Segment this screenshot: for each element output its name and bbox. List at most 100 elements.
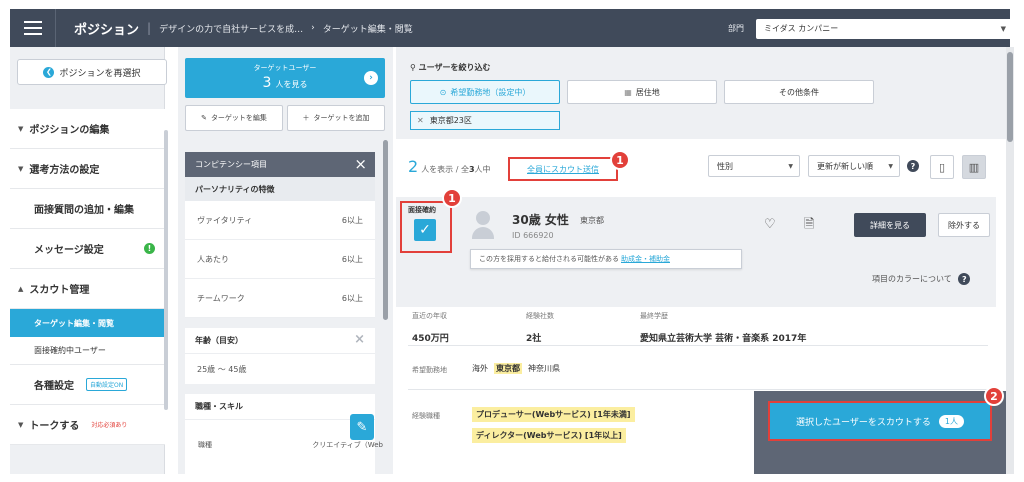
- chevron-down-icon: ▼: [888, 162, 893, 170]
- add-target-button[interactable]: ＋ターゲットを追加: [287, 105, 385, 131]
- dept-select[interactable]: ミイダス カンパニー ▼: [756, 19, 1012, 39]
- scout-selected-label: 選択したユーザーをスカウトする: [796, 417, 931, 428]
- close-icon[interactable]: ×: [354, 155, 367, 173]
- caret-down-icon: ▼: [18, 124, 24, 133]
- sidebar-item-talk[interactable]: ▼ トークする 対応必須あり: [10, 405, 165, 445]
- caret-down-icon: ▼: [18, 420, 24, 429]
- gender-select-value: 性別: [717, 161, 733, 171]
- edit-target-button[interactable]: ✎ ターゲットを編集: [185, 105, 283, 131]
- experience-tag: ディレクター(Webサービス) [1年以上]: [472, 428, 626, 443]
- scout-selected-button[interactable]: 選択したユーザーをスカウトする 1人: [768, 401, 992, 441]
- sidebar-menu: ▼ ポジションの編集 ▼ 選考方法の設定 面接質問の追加・編集 メッセージ設定! ▲…: [10, 109, 165, 445]
- list-view-icon[interactable]: ▯: [930, 155, 954, 179]
- wish-location: 海外: [472, 364, 488, 373]
- filter-wish-location-button[interactable]: ⊙ 希望勤務地（設定中）: [410, 80, 560, 104]
- filter-residence-button[interactable]: ▦ 居住地: [567, 80, 717, 104]
- subsidy-tooltip: この方を採用すると給付される可能性がある 助成金・補助金: [470, 249, 742, 269]
- sidebar-item-target-edit[interactable]: ターゲット編集・閲覧: [10, 309, 165, 337]
- income-value: 450万円: [412, 334, 449, 344]
- view-target-users-button[interactable]: ターゲットユーザー 3 人を見る ›: [185, 58, 385, 98]
- skill-header: 職種・スキル: [185, 394, 375, 420]
- competency-name: ヴァイタリティ: [197, 215, 253, 225]
- caret-up-icon: ▲: [18, 284, 24, 293]
- document-icon[interactable]: 🗎: [804, 215, 814, 237]
- filter-title: ⚲ ユーザーを絞り込む: [410, 62, 491, 73]
- companies-value: 2社: [526, 334, 542, 344]
- main-area: ⚲ ユーザーを絞り込む ⊙ 希望勤務地（設定中） ▦ 居住地 その他条件 ✕ 東京都2…: [396, 47, 1006, 474]
- menu-icon[interactable]: [10, 9, 56, 47]
- target-view-suffix: 人を見る: [275, 80, 308, 89]
- competency-level: 6以上: [341, 215, 363, 225]
- sidebar-item-label: トークする: [29, 421, 80, 432]
- filter-tag[interactable]: ✕ 東京都23区: [410, 111, 560, 130]
- education-label: 最終学歴: [640, 312, 668, 320]
- sort-select[interactable]: 更新が新しい順 ▼: [808, 155, 900, 177]
- competency-level: 6以上: [341, 293, 363, 303]
- candidate-name: 30歳 女性: [512, 213, 569, 227]
- income-label: 直近の年収: [412, 312, 447, 320]
- grid-view-icon[interactable]: ▥: [962, 155, 986, 179]
- scout-count-badge: 1人: [938, 414, 964, 428]
- close-icon[interactable]: ✕: [417, 116, 424, 125]
- age-title: 年齢（目安）: [195, 336, 243, 345]
- close-icon[interactable]: ×: [354, 332, 365, 347]
- exclude-button[interactable]: 除外する: [938, 213, 990, 237]
- top-bar: ポジション | デザインの力で自社サービスを成… › ターゲット編集・閲覧 部門…: [10, 9, 1012, 47]
- sidebar: ❮ ポジションを再選択 ▼ ポジションの編集 ▼ 選考方法の設定 面接質問の追加・編…: [10, 47, 167, 474]
- edit-target-label: ターゲットを編集: [210, 114, 267, 122]
- experience-tag: プロデューサー(Webサービス) [1年未満]: [472, 407, 635, 422]
- personality-subheader: パーソナリティの特徴: [185, 177, 375, 201]
- view-detail-button[interactable]: 詳細を見る: [854, 213, 926, 237]
- breadcrumb-position[interactable]: デザインの力で自社サービスを成…: [159, 22, 303, 35]
- interview-promise-box: 面接確約 ✓: [400, 201, 452, 253]
- map-pin-icon: ⊙: [439, 87, 447, 97]
- candidate-card: 面接確約 ✓ 30歳 女性 東京都 ID 666920 ♡ 🗎 詳細を見る 除外…: [396, 197, 996, 307]
- help-icon[interactable]: ?: [958, 273, 971, 285]
- back-arrow-icon: ❮: [43, 66, 55, 78]
- divider: [408, 345, 988, 346]
- page-scrollbar[interactable]: [1006, 47, 1014, 474]
- sidebar-item-settings[interactable]: 各種設定 自動設定ON: [10, 365, 165, 405]
- dept-label: 部門: [728, 23, 744, 33]
- sidebar-item-selection-method[interactable]: ▼ 選考方法の設定: [10, 149, 165, 189]
- heart-pulse-icon[interactable]: ♡: [764, 217, 776, 232]
- middle-scrollbar[interactable]: [383, 140, 388, 320]
- step-badge: 1: [610, 150, 630, 170]
- breadcrumb-arrow-icon: ›: [311, 23, 315, 33]
- competency-level: 6以上: [341, 254, 363, 264]
- sidebar-scrollbar[interactable]: [164, 130, 168, 410]
- sidebar-item-message-settings[interactable]: メッセージ設定!: [10, 229, 165, 269]
- select-candidate-checkbox[interactable]: ✓: [414, 219, 436, 241]
- competency-row: 人あたり 6以上: [185, 240, 375, 279]
- page-title: ポジション: [74, 22, 140, 38]
- sidebar-item-label: スカウト管理: [29, 285, 90, 296]
- target-count: 3: [262, 75, 272, 91]
- reselect-position-button[interactable]: ❮ ポジションを再選択: [17, 59, 167, 85]
- caret-down-icon: ▼: [18, 164, 24, 173]
- plus-icon: ＋: [302, 114, 310, 122]
- title-separator: |: [147, 21, 152, 35]
- skill-title: 職種・スキル: [195, 402, 243, 411]
- sidebar-item-label: 面接確約中ユーザー: [34, 346, 106, 355]
- talk-required-note: 対応必須あり: [91, 422, 128, 429]
- help-icon[interactable]: ?: [907, 160, 919, 172]
- filter-other-button[interactable]: その他条件: [724, 80, 874, 104]
- scout-all-link[interactable]: 全員にスカウト送信: [508, 157, 618, 181]
- competency-name: 人あたり: [197, 254, 229, 264]
- chevron-down-icon: ▼: [788, 162, 793, 170]
- sidebar-item-label: 各種設定: [34, 381, 74, 392]
- gender-select[interactable]: 性別 ▼: [708, 155, 800, 177]
- color-about-text: 項目のカラーについて: [872, 274, 952, 284]
- competency-header: コンピテンシー項目 ×: [185, 152, 375, 177]
- competency-name: チームワーク: [197, 293, 245, 303]
- breadcrumb-current: ターゲット編集・閲覧: [322, 24, 413, 35]
- color-about: 項目のカラーについて ?: [872, 273, 971, 285]
- filter-button-label: 居住地: [635, 87, 660, 97]
- edit-pencil-icon[interactable]: ✎: [350, 414, 374, 440]
- tooltip-text: この方を採用すると給付される可能性がある: [479, 255, 619, 263]
- sidebar-item-edit-position[interactable]: ▼ ポジションの編集: [10, 109, 165, 149]
- subsidy-link[interactable]: 助成金・補助金: [621, 254, 670, 264]
- sidebar-item-interview-users[interactable]: 面接確約中ユーザー: [10, 337, 165, 365]
- sidebar-item-scout-management[interactable]: ▲ スカウト管理: [10, 269, 165, 309]
- sidebar-item-interview-questions[interactable]: 面接質問の追加・編集: [10, 189, 165, 229]
